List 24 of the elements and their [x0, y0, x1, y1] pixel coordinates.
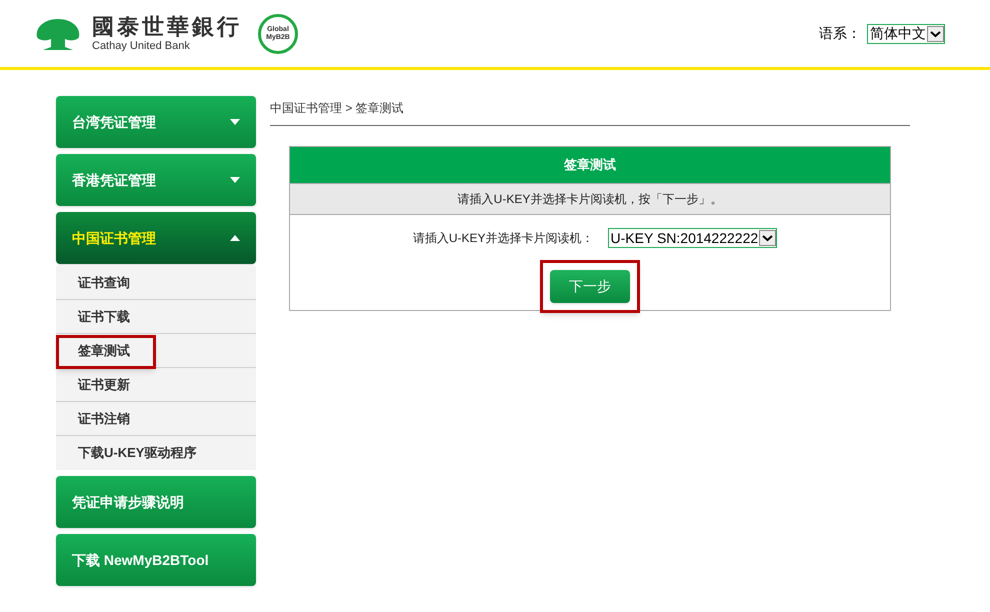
panel-title: 签章测试 [290, 147, 890, 183]
submenu-item[interactable]: 证书注销 [78, 408, 130, 428]
breadcrumb: 中国证书管理 > 签章测试 [270, 96, 910, 126]
sidebar-menu-button[interactable]: 中国证书管理 [56, 212, 256, 264]
language-select[interactable]: 简体中文 [867, 24, 945, 44]
caret-up-icon [230, 235, 240, 241]
sidebar-menu-button[interactable]: 香港凭证管理 [56, 154, 256, 206]
sidebar-menu-button[interactable]: 台湾凭证管理 [56, 96, 256, 148]
submenu-item[interactable]: 签章测试 [78, 340, 130, 360]
submenu-item[interactable]: 证书更新 [78, 374, 130, 394]
field-label: 请插入U-KEY并选择卡片阅读机： [412, 230, 594, 247]
submenu-item[interactable]: 证书查询 [78, 272, 130, 292]
caret-down-icon [230, 119, 240, 125]
language-label: 语系： [819, 24, 861, 43]
submenu-item[interactable]: 证书下载 [78, 306, 130, 326]
bank-name-english: Cathay United Bank [92, 40, 191, 53]
caret-down-icon [230, 177, 240, 183]
instruction-text: 请插入U-KEY并选择卡片阅读机，按「下一步」。 [290, 183, 890, 215]
sidebar-menu-button[interactable]: 凭证申请步骤说明 [56, 476, 256, 528]
bank-name: 國泰世華銀行 [92, 14, 242, 40]
sidebar-menu-button[interactable]: 下载 NewMyB2BTool [56, 534, 256, 586]
submenu-item[interactable]: 下载U-KEY驱动程序 [78, 443, 196, 463]
reader-select[interactable]: U-KEY SN:2014222222 [608, 228, 778, 248]
tree-logo-icon [35, 16, 81, 50]
